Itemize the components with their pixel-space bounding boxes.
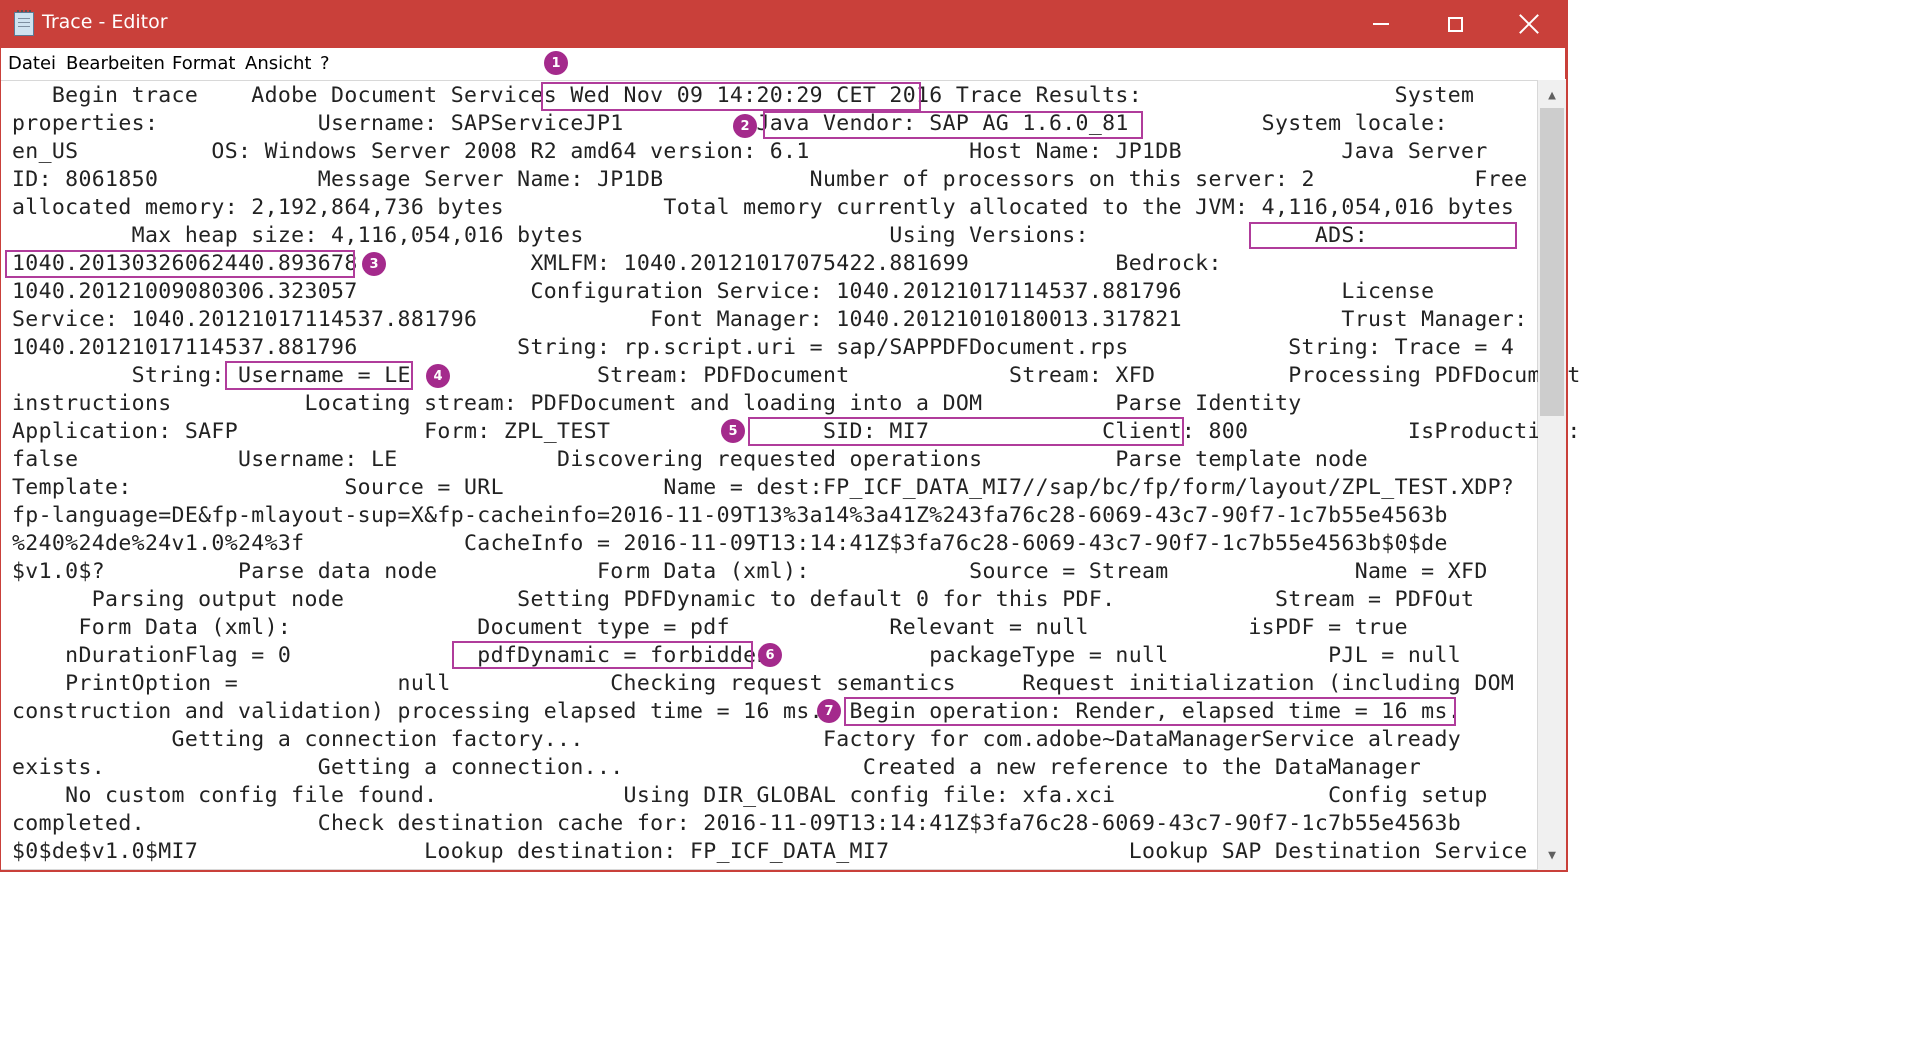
menu-format[interactable]: Format — [172, 53, 235, 74]
window-title: Trace - Editor — [42, 11, 168, 33]
text-line: false Username: LE Discovering requested… — [12, 447, 1368, 472]
annotation-marker: 2 — [733, 114, 757, 138]
notepad-icon[interactable] — [14, 10, 34, 36]
close-icon — [1519, 14, 1539, 34]
text-line: Form Data (xml): Document type = pdf Rel… — [12, 615, 1408, 640]
text-line: No custom config file found. Using DIR_G… — [12, 783, 1488, 808]
text-line: exists. Getting a connection... Created … — [12, 755, 1422, 780]
scrollbar-thumb[interactable] — [1540, 108, 1564, 416]
text-line: Service: 1040.20121017114537.881796 Font… — [12, 307, 1528, 332]
annotation-marker: 7 — [817, 699, 841, 723]
close-button[interactable] — [1492, 0, 1566, 48]
text-line: Template: Source = URL Name = dest:FP_IC… — [12, 475, 1515, 500]
annotation-marker: 4 — [426, 364, 450, 388]
menu-bearbeiten[interactable]: Bearbeiten — [66, 53, 165, 74]
menu-ansicht[interactable]: Ansicht — [245, 53, 311, 74]
minimize-icon — [1373, 23, 1389, 25]
text-line: %240%24de%24v1.0%24%3f CacheInfo = 2016-… — [12, 531, 1448, 556]
text-line: ID: 8061850 Message Server Name: JP1DB N… — [12, 167, 1528, 192]
text-line: $0$de$v1.0$MI7 Lookup destination: FP_IC… — [12, 839, 1528, 864]
text-line: instructions Locating stream: PDFDocumen… — [12, 391, 1302, 416]
window-frame-left — [0, 48, 1, 872]
menu-bar: Datei Bearbeiten Format Ansicht ? — [0, 48, 1566, 79]
highlight-box-sid-client — [748, 417, 1184, 446]
maximize-icon — [1447, 16, 1463, 32]
window-frame-right — [1566, 48, 1568, 872]
text-line: Max heap size: 4,116,054,016 bytes Using… — [12, 223, 1368, 248]
text-line: allocated memory: 2,192,864,736 bytes To… — [12, 195, 1515, 220]
highlight-box-java-vendor — [763, 111, 1143, 139]
highlight-box-ads — [1249, 222, 1517, 249]
text-line: Getting a connection factory... Factory … — [12, 727, 1462, 752]
text-line: en_US OS: Windows Server 2008 R2 amd64 v… — [12, 139, 1488, 164]
minimize-button[interactable] — [1344, 0, 1418, 48]
vertical-scrollbar[interactable]: ▲ ▼ — [1538, 80, 1566, 870]
highlight-box-render — [844, 697, 1456, 726]
text-editor-area[interactable]: Begin trace Adobe Document Services Wed … — [0, 80, 1580, 870]
annotation-marker: 1 — [544, 51, 568, 75]
annotation-marker: 3 — [362, 252, 386, 276]
title-bar: Trace - Editor — [0, 0, 1568, 48]
menu-datei[interactable]: Datei — [8, 53, 56, 74]
text-line: $v1.0$? Parse data node Form Data (xml):… — [12, 559, 1488, 584]
text-line: fp-language=DE&fp-mlayout-sup=X&fp-cache… — [12, 503, 1448, 528]
maximize-button[interactable] — [1418, 0, 1492, 48]
text-line: completed. Check destination cache for: … — [12, 811, 1462, 836]
annotation-marker: 6 — [758, 643, 782, 667]
scroll-up-arrow-icon[interactable]: ▲ — [1538, 82, 1566, 108]
text-line: Parsing output node Setting PDFDynamic t… — [12, 587, 1475, 612]
annotation-marker: 5 — [721, 419, 745, 443]
text-line: PrintOption = null Checking request sema… — [12, 671, 1515, 696]
highlight-box-date — [541, 82, 921, 111]
text-line: 1040.20121017114537.881796 String: rp.sc… — [12, 335, 1515, 360]
text-line: properties: Username: SAPServiceJP1 Java… — [12, 111, 1448, 136]
highlight-box-pdfdynamic — [452, 641, 753, 669]
menu-help[interactable]: ? — [320, 53, 330, 74]
highlight-box-ads-version — [5, 250, 355, 278]
scroll-down-arrow-icon[interactable]: ▼ — [1538, 842, 1566, 868]
text-line: 1040.20121009080306.323057 Configuration… — [12, 279, 1435, 304]
highlight-box-username — [225, 361, 413, 390]
window-frame-bottom — [0, 870, 1568, 872]
